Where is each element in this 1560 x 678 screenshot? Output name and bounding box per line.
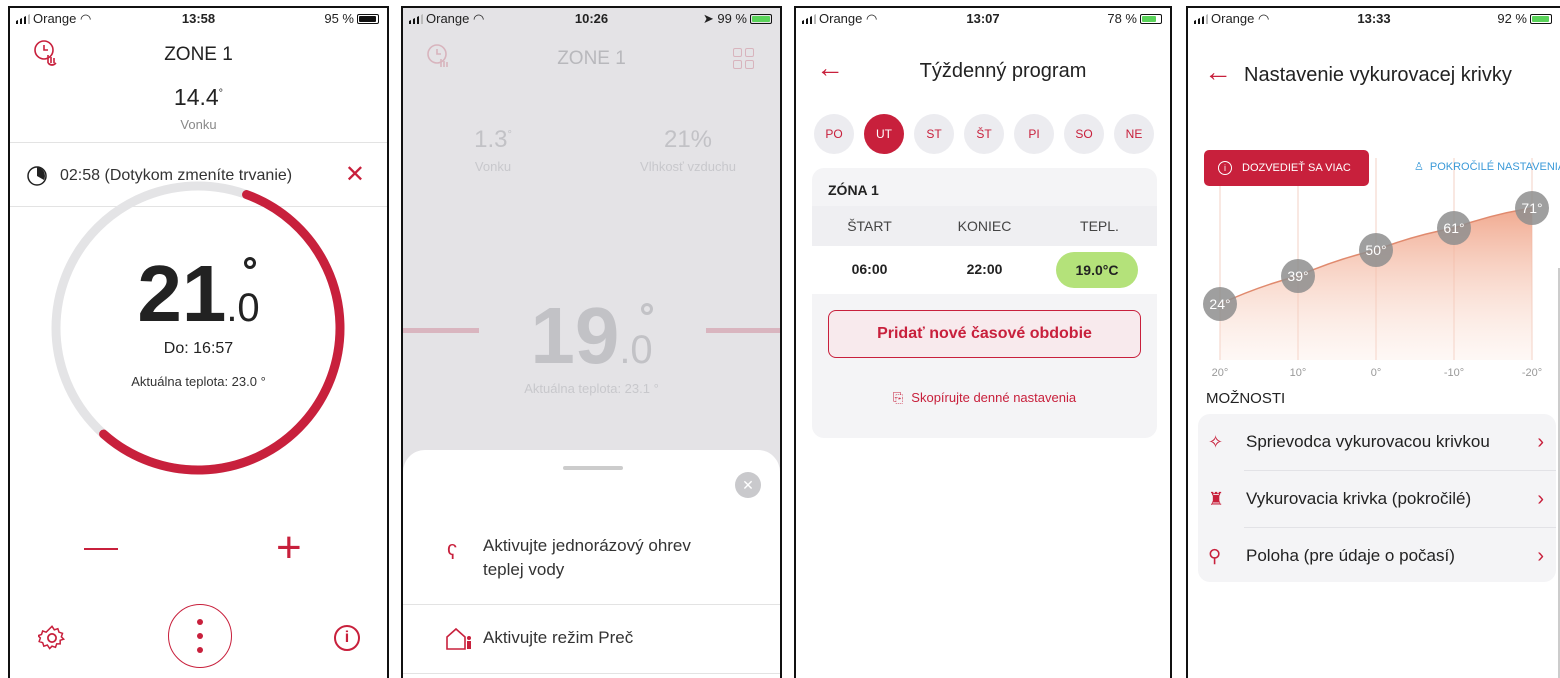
copy-icon: ⎘ [892,390,904,405]
outside-label: Vonku [180,117,217,132]
battery-icon [1140,14,1162,24]
until-time: Do: 16:57 [163,340,234,357]
humidity-value: 21% [663,126,713,153]
col-start: ŠTART [847,218,892,234]
outside-temp: 14.4° [173,84,224,110]
activate-away-item[interactable]: Aktivujte režim Preč [403,605,780,673]
outside-label: Vonku [474,159,512,174]
status-bar: Orange ◠ 13:33 92 % [1188,8,1560,30]
away-label: Aktivujte režim Preč [483,628,634,647]
day-selector: PO UT ST ŠT PI SO NE [814,114,1159,154]
add-period-button[interactable]: Pridať nové časové obdobie [828,310,1141,358]
grid-view-icon [733,48,755,70]
timer-icon [27,166,47,186]
sheet-handle[interactable] [563,466,623,470]
increase-button[interactable]: + [276,523,302,573]
magic-wand-icon: ✧ [1208,431,1224,452]
day-button-0[interactable]: PO [814,114,854,154]
options-title: MOŽNOSTI [1206,390,1286,407]
phone-screen-weekly: Orange ◠ 13:07 78 % ← Týždenný program P… [794,6,1172,678]
schedule-card: ZÓNA 1 ŠTART KONIEC TEPL. 06:00 22:00 19… [812,168,1157,438]
curve-point-label: 61° [1443,220,1464,236]
curve-point-label: 50° [1365,242,1386,258]
away-house-icon [446,627,471,650]
x-axis-label: 20° [1212,367,1229,378]
learn-more-button[interactable]: i DOZVEDIEŤ SA VIAC [1204,150,1369,186]
info-icon: i [1218,161,1232,175]
curve-point-label: 71° [1521,200,1542,216]
phone-screen-zone: Orange ◠ 13:58 95 % ZONE 1 14.4° Vonku 0… [8,6,389,678]
x-axis-label: 0° [1371,367,1382,378]
chevron-right-icon: › [1537,487,1544,510]
back-arrow-icon[interactable]: ← [1204,58,1232,86]
day-button-2[interactable]: ST [914,114,954,154]
current-temp: Aktuálna teplota: 23.0 ° [131,374,266,389]
phone-screen-heating-curve: Orange ◠ 13:33 92 % ← Nastavenie vykurov… [1186,6,1560,678]
info-icon[interactable]: i [334,625,360,651]
outside-temp: 1.3° [474,126,512,153]
zone-title: ZONE 1 [557,48,626,69]
day-button-3[interactable]: ŠT [964,114,1004,154]
current-temp: Aktuálna teplota: 23.1 ° [524,381,659,396]
list-item-location[interactable]: ⚲ Poloha (pre údaje o počasí) › [1198,528,1556,584]
chevron-right-icon: › [1537,544,1544,567]
x-axis-label: 10° [1290,367,1307,378]
chevron-right-icon: › [1537,430,1544,453]
decrease-button[interactable] [84,548,118,550]
degree-mark [244,257,256,269]
battery-percent: 95 % [324,11,354,26]
table-row[interactable]: 06:00 22:00 19.0°C [812,246,1157,294]
bottom-sheet: ✕ ʕ Aktivujte jednorázový ohrev teplej v… [403,450,780,678]
person-icon: ♙ [1414,161,1424,173]
copy-settings-link[interactable]: ⎘ Skopírujte denné nastavenia [812,390,1157,406]
schedule-header: ŠTART KONIEC TEPL. [812,206,1157,246]
day-button-5[interactable]: SO [1064,114,1104,154]
x-axis-label: -10° [1444,367,1464,378]
page-title: Nastavenie vykurovacej krivky [1244,64,1512,86]
advanced-person-icon: ♜ [1208,488,1225,509]
col-end: KONIEC [957,218,1012,234]
battery-icon [750,14,772,24]
battery-icon [357,14,379,24]
list-item-curve-advanced[interactable]: ♜ Vykurovacia krivka (pokročilé) › [1198,471,1556,527]
status-bar: Orange ◠ 13:07 78 % [796,8,1170,30]
battery-icon [1530,14,1552,24]
hot-water-label: Aktivujte jednorázový ohrev teplej vody [483,536,691,579]
setpoint-value: 19.0 [530,291,653,380]
battery-percent: 92 % [1497,11,1527,26]
close-sheet-icon[interactable]: ✕ [735,472,761,498]
list-item-curve-wizard[interactable]: ✧ Sprievodca vykurovacou krivkou › [1198,414,1556,470]
location-pin-icon: ⚲ [1208,545,1222,566]
x-axis-label: -20° [1522,367,1542,378]
setpoint-value: 21.0 [137,249,260,338]
curve-point-label: 39° [1287,268,1308,284]
row-start: 06:00 [851,261,888,277]
more-menu-button[interactable] [168,604,232,668]
advanced-settings-link[interactable]: ♙ POKROČILÉ NASTAVENIA [1414,160,1560,173]
degree-mark [641,303,653,315]
col-temp: TEPL. [1080,218,1119,234]
location-icon: ➤ [702,11,714,26]
phone-screen-menu: Orange ◠ 10:26 ➤ 99 % ZONE 1 1.3° Vonku … [401,6,782,678]
settings-gear-icon[interactable] [38,624,66,652]
row-end: 22:00 [966,261,1003,277]
status-bar: Orange ◠ 13:58 95 % [10,8,387,30]
curve-point-label: 24° [1209,296,1230,312]
activate-hot-water-item[interactable]: ʕ Aktivujte jednorázový ohrev teplej vod… [403,520,780,604]
day-button-4[interactable]: PI [1014,114,1054,154]
humidity-label: Vlhkosť vzduchu [640,159,736,174]
status-bar: Orange ◠ 10:26 ➤ 99 % [403,8,780,30]
hot-water-icon: ʕ [447,542,457,564]
options-list: ✧ Sprievodca vykurovacou krivkou › ♜ Vyk… [1198,414,1556,582]
page-title: Týždenný program [919,60,1087,82]
zone-label: ZÓNA 1 [828,182,879,198]
battery-percent: 99 % [717,11,747,26]
day-button-6[interactable]: NE [1114,114,1154,154]
zone-title: ZONE 1 [164,44,233,65]
row-temp-badge[interactable]: 19.0°C [1056,252,1138,288]
day-button-1[interactable]: UT [864,114,904,154]
battery-percent: 78 % [1107,11,1137,26]
